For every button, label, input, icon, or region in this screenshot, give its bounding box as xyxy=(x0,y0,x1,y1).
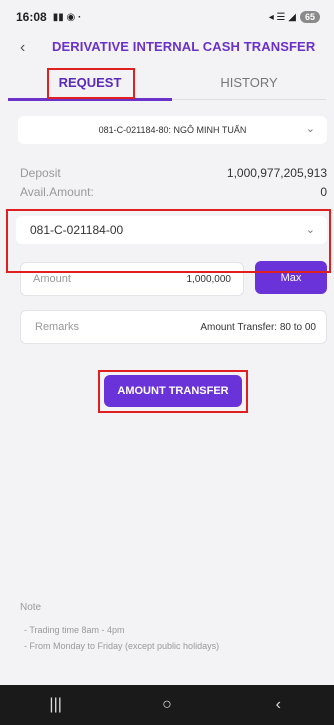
deposit-label: Deposit xyxy=(20,166,61,180)
battery-icon: 65 xyxy=(299,11,320,23)
note-line: - From Monday to Friday (except public h… xyxy=(24,641,220,651)
remarks-input[interactable]: Remarks Amount Transfer: 80 to 00 xyxy=(20,310,327,344)
system-nav-bar: ||| ○ ‹ xyxy=(0,685,334,725)
avail-amount-value: 0 xyxy=(320,185,327,199)
deposit-value: 1,000,977,205,913 xyxy=(226,166,327,180)
deposit-row: Deposit 1,000,977,205,913 xyxy=(20,166,327,180)
avail-amount-row: Avail.Amount: 0 xyxy=(20,185,327,199)
signal-icon: ◂ ☰ ◢ xyxy=(268,11,296,23)
status-bar: 16:08 ▮▮ ◉ · ◂ ☰ ◢ 65 xyxy=(0,0,334,34)
note-section: Note - Trading time 8am - 4pm - From Mon… xyxy=(20,600,320,654)
remarks-label: Remarks xyxy=(35,321,80,333)
avail-amount-label: Avail.Amount: xyxy=(20,185,94,199)
highlight-box-form xyxy=(6,209,331,273)
remarks-value: Amount Transfer: 80 to 00 xyxy=(200,321,316,333)
back-icon[interactable]: ‹ xyxy=(248,696,308,714)
status-bar-left: 16:08 ▮▮ ◉ · xyxy=(16,10,81,24)
page-title: DERIVATIVE INTERNAL CASH TRANSFER xyxy=(52,39,316,54)
amount-value: 1,000,000 xyxy=(186,273,232,285)
back-arrow-icon[interactable]: ‹ xyxy=(20,38,25,58)
chevron-down-icon: ⌄ xyxy=(305,123,315,135)
status-bar-right: ◂ ☰ ◢ 65 xyxy=(269,11,320,23)
amount-transfer-button[interactable]: AMOUNT TRANSFER xyxy=(104,375,242,407)
tab-divider xyxy=(172,99,326,100)
note-title: Note xyxy=(20,602,42,613)
amount-label: Amount xyxy=(33,273,71,285)
highlight-box-request-tab xyxy=(47,68,135,99)
recent-apps-icon[interactable]: ||| xyxy=(26,696,86,714)
tab-history[interactable]: HISTORY xyxy=(172,66,326,98)
home-icon[interactable]: ○ xyxy=(137,696,197,714)
app-header: ‹ DERIVATIVE INTERNAL CASH TRANSFER xyxy=(0,34,334,62)
note-line: - Trading time 8am - 4pm xyxy=(24,625,125,635)
account-select-value: 081-C-021184-80: NGÔ MINH TUẤN xyxy=(98,125,247,135)
account-select[interactable]: 081-C-021184-80: NGÔ MINH TUẤN ⌄ xyxy=(18,116,327,144)
notification-icons: ▮▮ ◉ · xyxy=(52,11,82,23)
status-time: 16:08 xyxy=(16,10,47,24)
